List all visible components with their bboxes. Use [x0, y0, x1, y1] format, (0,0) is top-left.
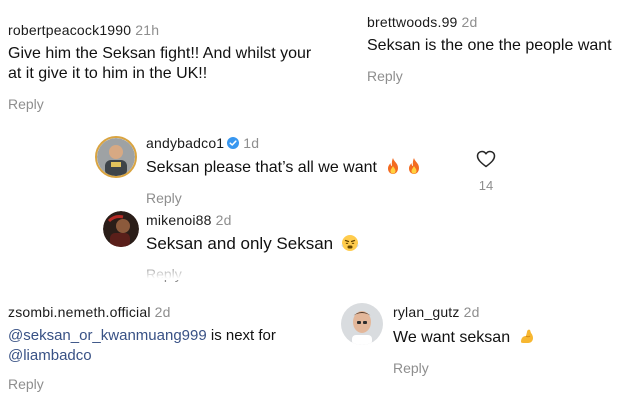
comment-text-line: @liambadco [8, 346, 348, 366]
username-link[interactable]: andybadco1 [146, 135, 224, 151]
flexed-biceps-emoji-icon [520, 329, 533, 343]
comment-username-line: andybadco1 1d [146, 135, 466, 151]
comment-andybadco: andybadco1 1d Seksan please that’s all we… [146, 135, 466, 206]
username-link[interactable]: rylan_gutz [393, 304, 460, 320]
avatar-image-icon [97, 138, 135, 176]
avatar-image-icon [103, 211, 139, 247]
comment-username-line: robertpeacock1990 21h [8, 22, 368, 38]
comment-text: Seksan and only Seksan [146, 234, 466, 254]
reply-button[interactable]: Reply [393, 360, 633, 376]
comment-text-content: Seksan please that’s all we want [146, 159, 377, 176]
comment-rylan: rylan_gutz 2d We want seksan Reply [393, 304, 633, 376]
comment-robertpeacock: robertpeacock1990 21h Give him the Seksan… [8, 22, 368, 112]
comment-brettwoods: brettwoods.99 2d Seksan is the one the pe… [367, 14, 637, 84]
avatar[interactable] [95, 136, 137, 178]
comment-text: We want seksan [393, 327, 633, 348]
reply-button[interactable]: Reply [367, 68, 637, 84]
comment-time: 21h [135, 22, 160, 38]
comment-zsombi: zsombi.nemeth.official 2d @seksan_or_kwan… [8, 304, 348, 392]
username-link[interactable]: mikenoi88 [146, 212, 212, 228]
comment-username-line: mikenoi88 2d [146, 212, 466, 228]
reply-button[interactable]: Reply [8, 96, 368, 112]
comment-text-line: @seksan_or_kwanmuang999 is next for [8, 326, 348, 346]
comment-time: 1d [243, 135, 260, 151]
username-link[interactable]: zsombi.nemeth.official [8, 304, 151, 320]
fade-overlay [130, 266, 310, 280]
username-link[interactable]: brettwoods.99 [367, 14, 458, 30]
comment-username-line: zsombi.nemeth.official 2d [8, 304, 348, 320]
avatar-image-icon [341, 303, 383, 345]
comment-text: Give him the Seksan fight!! And whilst y… [8, 44, 368, 84]
comment-text: Seksan is the one the people want [367, 37, 612, 54]
comment-text-line: Give him the Seksan fight!! And whilst y… [8, 45, 312, 62]
comment-text: Seksan please that’s all we want [146, 157, 466, 178]
fire-emoji-icon [409, 158, 420, 174]
comment-time: 2d [154, 304, 171, 320]
verified-badge-icon [227, 137, 240, 149]
comment-text-content: is next for [206, 327, 276, 344]
comment-username-line: brettwoods.99 2d [367, 14, 637, 30]
avatar[interactable] [341, 303, 383, 345]
like-count: 14 [478, 178, 494, 193]
username-link[interactable]: robertpeacock1990 [8, 22, 131, 38]
comment-text: @seksan_or_kwanmuang999 is next for @lia… [8, 326, 348, 366]
mention-link[interactable]: @seksan_or_kwanmuang999 [8, 327, 207, 344]
comment-text-content: We want seksan [393, 329, 511, 346]
comment-time: 2d [461, 14, 478, 30]
comment-time: 2d [215, 212, 232, 228]
mention-link[interactable]: @liambadco [8, 347, 92, 364]
heart-icon [476, 150, 496, 168]
steaming-face-emoji-icon [341, 235, 359, 251]
comment-username-line: rylan_gutz 2d [393, 304, 633, 320]
reply-button[interactable]: Reply [8, 376, 348, 392]
like-button[interactable] [476, 150, 496, 168]
reply-button[interactable]: Reply [146, 190, 466, 206]
comment-time: 2d [463, 304, 480, 320]
comment-text-content: Seksan and only Seksan [146, 234, 334, 253]
avatar[interactable] [103, 211, 139, 247]
comment-text-line: at it give it to him in the UK!! [8, 65, 208, 82]
fire-emoji-icon [388, 158, 399, 174]
